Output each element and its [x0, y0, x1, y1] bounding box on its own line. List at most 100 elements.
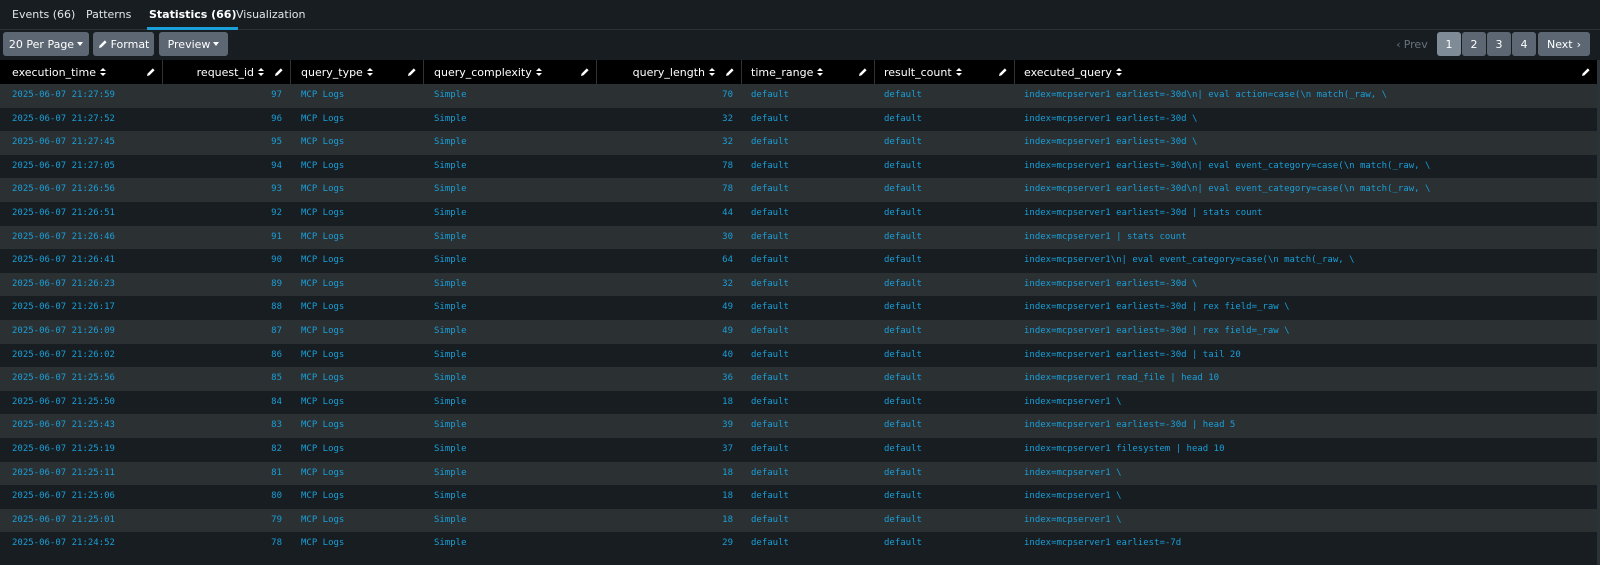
cell-time-range[interactable]: default: [751, 462, 871, 486]
cell-request-id[interactable]: 80: [163, 485, 282, 509]
cell-query-complexity[interactable]: Simple: [434, 202, 594, 226]
cell-request-id[interactable]: 86: [163, 344, 282, 368]
cell-request-id[interactable]: 79: [163, 509, 282, 533]
cell-query-complexity[interactable]: Simple: [434, 226, 594, 250]
cell-result-count[interactable]: default: [884, 485, 1012, 509]
cell-result-count[interactable]: default: [884, 344, 1012, 368]
cell-query-type[interactable]: MCP Logs: [301, 202, 421, 226]
cell-query-complexity[interactable]: Simple: [434, 273, 594, 297]
cell-time-range[interactable]: default: [751, 509, 871, 533]
cell-execution-time[interactable]: 2025-06-07 21:25:06: [12, 485, 160, 509]
per-page-dropdown[interactable]: 20 Per Page: [3, 32, 89, 56]
cell-request-id[interactable]: 85: [163, 367, 282, 391]
cell-execution-time[interactable]: 2025-06-07 21:26:02: [12, 344, 160, 368]
column-header-time-range[interactable]: time_range: [742, 60, 875, 84]
next-page-button[interactable]: Next ›: [1538, 32, 1590, 56]
cell-query-complexity[interactable]: Simple: [434, 367, 594, 391]
cell-executed-query[interactable]: index=mcpserver1 earliest=-30d | head 5: [1024, 414, 1594, 438]
cell-query-type[interactable]: MCP Logs: [301, 273, 421, 297]
cell-query-type[interactable]: MCP Logs: [301, 249, 421, 273]
cell-request-id[interactable]: 94: [163, 155, 282, 179]
cell-request-id[interactable]: 88: [163, 296, 282, 320]
cell-request-id[interactable]: 93: [163, 178, 282, 202]
tab-statistics[interactable]: Statistics (66): [146, 8, 239, 30]
cell-result-count[interactable]: default: [884, 178, 1012, 202]
preview-dropdown[interactable]: Preview: [159, 32, 228, 56]
cell-time-range[interactable]: default: [751, 273, 871, 297]
cell-time-range[interactable]: default: [751, 391, 871, 415]
column-header-query-type[interactable]: query_type: [291, 60, 424, 84]
cell-query-complexity[interactable]: Simple: [434, 414, 594, 438]
cell-time-range[interactable]: default: [751, 532, 871, 556]
cell-execution-time[interactable]: 2025-06-07 21:25:43: [12, 414, 160, 438]
cell-execution-time[interactable]: 2025-06-07 21:27:45: [12, 131, 160, 155]
cell-execution-time[interactable]: 2025-06-07 21:26:51: [12, 202, 160, 226]
cell-query-length[interactable]: 78: [597, 178, 733, 202]
edit-column-icon[interactable]: [1581, 67, 1591, 77]
cell-request-id[interactable]: 97: [163, 84, 282, 108]
cell-query-complexity[interactable]: Simple: [434, 84, 594, 108]
cell-query-type[interactable]: MCP Logs: [301, 462, 421, 486]
cell-result-count[interactable]: default: [884, 155, 1012, 179]
cell-query-type[interactable]: MCP Logs: [301, 320, 421, 344]
cell-time-range[interactable]: default: [751, 249, 871, 273]
cell-query-length[interactable]: 44: [597, 202, 733, 226]
cell-time-range[interactable]: default: [751, 155, 871, 179]
cell-execution-time[interactable]: 2025-06-07 21:26:09: [12, 320, 160, 344]
edit-column-icon[interactable]: [580, 67, 590, 77]
cell-query-type[interactable]: MCP Logs: [301, 155, 421, 179]
cell-executed-query[interactable]: index=mcpserver1 earliest=-7d: [1024, 532, 1594, 556]
cell-result-count[interactable]: default: [884, 414, 1012, 438]
cell-query-length[interactable]: 18: [597, 509, 733, 533]
cell-result-count[interactable]: default: [884, 249, 1012, 273]
cell-execution-time[interactable]: 2025-06-07 21:26:17: [12, 296, 160, 320]
cell-execution-time[interactable]: 2025-06-07 21:25:50: [12, 391, 160, 415]
cell-executed-query[interactable]: index=mcpserver1 earliest=-30d | tail 20: [1024, 344, 1594, 368]
cell-time-range[interactable]: default: [751, 226, 871, 250]
cell-query-complexity[interactable]: Simple: [434, 320, 594, 344]
cell-query-type[interactable]: MCP Logs: [301, 391, 421, 415]
cell-executed-query[interactable]: index=mcpserver1 filesystem | head 10: [1024, 438, 1594, 462]
cell-query-type[interactable]: MCP Logs: [301, 414, 421, 438]
cell-query-type[interactable]: MCP Logs: [301, 485, 421, 509]
page-button-2[interactable]: 2: [1462, 32, 1486, 56]
cell-time-range[interactable]: default: [751, 485, 871, 509]
cell-result-count[interactable]: default: [884, 202, 1012, 226]
page-button-3[interactable]: 3: [1487, 32, 1511, 56]
cell-execution-time[interactable]: 2025-06-07 21:26:41: [12, 249, 160, 273]
cell-executed-query[interactable]: index=mcpserver1 earliest=-30d \: [1024, 131, 1594, 155]
cell-request-id[interactable]: 91: [163, 226, 282, 250]
cell-request-id[interactable]: 96: [163, 108, 282, 132]
cell-request-id[interactable]: 89: [163, 273, 282, 297]
cell-time-range[interactable]: default: [751, 108, 871, 132]
cell-executed-query[interactable]: index=mcpserver1 \: [1024, 485, 1594, 509]
cell-request-id[interactable]: 87: [163, 320, 282, 344]
cell-query-complexity[interactable]: Simple: [434, 485, 594, 509]
cell-result-count[interactable]: default: [884, 273, 1012, 297]
cell-request-id[interactable]: 90: [163, 249, 282, 273]
cell-query-length[interactable]: 18: [597, 391, 733, 415]
cell-query-type[interactable]: MCP Logs: [301, 509, 421, 533]
cell-time-range[interactable]: default: [751, 438, 871, 462]
cell-execution-time[interactable]: 2025-06-07 21:27:59: [12, 84, 160, 108]
cell-query-length[interactable]: 36: [597, 367, 733, 391]
cell-query-type[interactable]: MCP Logs: [301, 296, 421, 320]
cell-request-id[interactable]: 92: [163, 202, 282, 226]
cell-result-count[interactable]: default: [884, 509, 1012, 533]
cell-executed-query[interactable]: index=mcpserver1 earliest=-30d | rex fie…: [1024, 296, 1594, 320]
cell-result-count[interactable]: default: [884, 462, 1012, 486]
cell-query-type[interactable]: MCP Logs: [301, 344, 421, 368]
cell-executed-query[interactable]: index=mcpserver1 \: [1024, 391, 1594, 415]
column-header-query-complexity[interactable]: query_complexity: [424, 60, 597, 84]
edit-column-icon[interactable]: [998, 67, 1008, 77]
edit-column-icon[interactable]: [858, 67, 868, 77]
cell-request-id[interactable]: 81: [163, 462, 282, 486]
cell-execution-time[interactable]: 2025-06-07 21:25:11: [12, 462, 160, 486]
cell-executed-query[interactable]: index=mcpserver1 earliest=-30d\n| eval e…: [1024, 178, 1594, 202]
cell-result-count[interactable]: default: [884, 131, 1012, 155]
cell-executed-query[interactable]: index=mcpserver1 \: [1024, 462, 1594, 486]
cell-result-count[interactable]: default: [884, 296, 1012, 320]
cell-query-type[interactable]: MCP Logs: [301, 532, 421, 556]
cell-execution-time[interactable]: 2025-06-07 21:24:52: [12, 532, 160, 556]
cell-execution-time[interactable]: 2025-06-07 21:25:19: [12, 438, 160, 462]
